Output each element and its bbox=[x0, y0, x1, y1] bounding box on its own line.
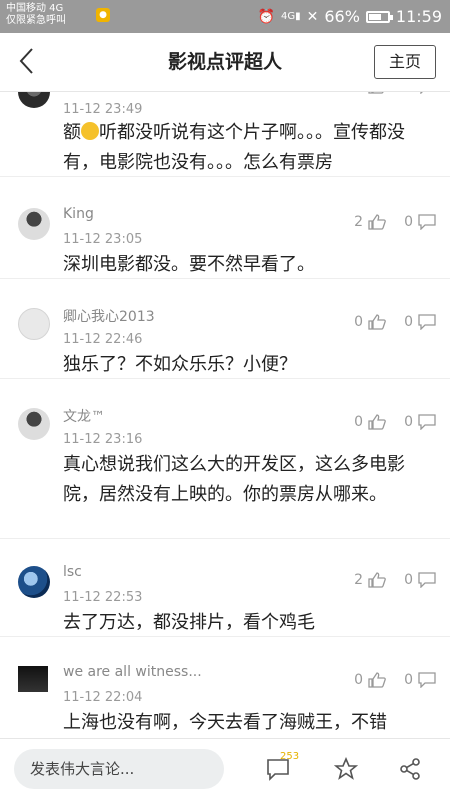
comment-text: 深圳电影都没。要不然早看了。 bbox=[63, 254, 315, 275]
comment-input[interactable]: 发表伟大言论... bbox=[14, 749, 224, 789]
comment-actions: 0 0 bbox=[354, 92, 436, 94]
share-button[interactable] bbox=[398, 757, 422, 785]
comment-text: 去了万达，都没排片，看个鸡毛 bbox=[63, 612, 315, 633]
home-button[interactable]: 主页 bbox=[374, 45, 436, 79]
carrier-name: 中国移动 4G bbox=[6, 3, 64, 14]
comment-username[interactable]: we are all witness... bbox=[63, 664, 202, 680]
comment-item: we are all witness... 11-12 22:04 0 0 上海… bbox=[0, 650, 450, 732]
thumbs-up-icon bbox=[368, 214, 386, 230]
reply-button[interactable]: 0 bbox=[404, 672, 436, 688]
comment-bubble-icon bbox=[418, 314, 436, 330]
network-type: 4G bbox=[280, 11, 296, 22]
thumbs-up-icon bbox=[368, 672, 386, 688]
star-icon bbox=[333, 756, 359, 780]
like-button[interactable]: 0 bbox=[354, 314, 386, 330]
avatar[interactable] bbox=[18, 92, 50, 108]
comment-item: 卿心我心2013 11-12 22:46 0 0 独乐了？不如众乐乐？小便？ bbox=[0, 292, 450, 379]
avatar[interactable] bbox=[18, 666, 48, 692]
alarm-icon: ⏰ bbox=[257, 8, 275, 25]
reply-count: 0 bbox=[404, 314, 413, 330]
notification-icon: ● bbox=[96, 8, 110, 22]
avatar[interactable] bbox=[18, 408, 50, 440]
comment-item: 文龙™ 11-12 23:16 0 0 真心想说我们这么大的开发区，这么多电影院… bbox=[0, 392, 450, 539]
like-count: 2 bbox=[354, 572, 364, 588]
comment-time: 11-12 22:04 bbox=[63, 690, 143, 705]
comment-actions: 2 0 bbox=[354, 214, 436, 230]
status-right: ⏰ 4G▮ ✕ 66% 11:59 bbox=[258, 0, 442, 33]
comment-bubble-icon bbox=[418, 572, 436, 588]
battery-icon bbox=[365, 10, 393, 23]
thumbs-up-icon bbox=[368, 572, 386, 588]
reply-button[interactable]: 0 bbox=[404, 314, 436, 330]
battery-percent: 66% bbox=[324, 7, 360, 26]
like-button[interactable]: 2 bbox=[354, 572, 386, 588]
comment-text: 独乐了？不如众乐乐？小便？ bbox=[63, 354, 297, 375]
comment-bubble-icon bbox=[418, 92, 436, 94]
comments-button[interactable]: 253 bbox=[266, 751, 299, 785]
comment-count-badge: 253 bbox=[280, 751, 300, 762]
thumbs-up-icon bbox=[368, 414, 386, 430]
avatar[interactable] bbox=[18, 208, 50, 240]
reply-count: 0 bbox=[404, 672, 413, 688]
comment-actions: 2 0 bbox=[354, 572, 436, 588]
bottom-bar: 发表伟大言论... 253 bbox=[0, 738, 450, 801]
comment-username[interactable]: lsc bbox=[63, 564, 82, 580]
comment-username[interactable]: 卿心我心2013 bbox=[63, 306, 155, 326]
comment-actions: 0 0 bbox=[354, 414, 436, 430]
like-button[interactable]: 0 bbox=[354, 92, 386, 94]
comment-bubble-icon bbox=[418, 214, 436, 230]
reply-count: 0 bbox=[404, 414, 413, 430]
avatar[interactable] bbox=[18, 566, 50, 598]
avatar[interactable] bbox=[18, 308, 50, 340]
comment-time: 11-12 23:16 bbox=[63, 432, 143, 447]
like-count: 0 bbox=[354, 314, 364, 330]
signal-icon: 4G▮ bbox=[280, 11, 301, 22]
app-header: 影视点评超人 主页 bbox=[0, 33, 450, 92]
signal-off-icon: ✕ bbox=[306, 8, 319, 25]
like-button[interactable]: 0 bbox=[354, 672, 386, 688]
reply-count: 0 bbox=[404, 214, 413, 230]
reply-count: 0 bbox=[404, 572, 413, 588]
like-button[interactable]: 0 bbox=[354, 414, 386, 430]
comment-bubble-icon bbox=[418, 414, 436, 430]
clock: 11:59 bbox=[395, 7, 442, 26]
comment-time: 11-12 22:53 bbox=[63, 590, 143, 605]
comment-item: 11-12 23:49 0 0 额听都没听说有这个片子啊。。。宣传都没有，电影院… bbox=[0, 92, 450, 177]
comment-time: 11-12 23:05 bbox=[63, 232, 143, 247]
comment-text-rest: 听都没听说有这个片子啊。。。宣传都没有，电影院也没有。。。怎么有票房 bbox=[63, 122, 405, 173]
comment-actions: 0 0 bbox=[354, 672, 436, 688]
reply-button[interactable]: 0 bbox=[404, 214, 436, 230]
status-bar: 中国移动 4G 仅限紧急呼叫 ● ⏰ 4G▮ ✕ 66% 11:59 bbox=[0, 0, 450, 33]
comment-item: lsc 11-12 22:53 2 0 去了万达，都没排片，看个鸡毛 bbox=[0, 550, 450, 637]
comment-actions: 0 0 bbox=[354, 314, 436, 330]
battery-fill bbox=[368, 13, 381, 20]
comment-list[interactable]: 11-12 23:49 0 0 额听都没听说有这个片子啊。。。宣传都没有，电影院… bbox=[0, 92, 450, 732]
comment-time: 11-12 22:46 bbox=[63, 332, 143, 347]
reply-button[interactable]: 0 bbox=[404, 92, 436, 94]
share-icon bbox=[400, 758, 420, 780]
comment-time: 11-12 23:49 bbox=[63, 102, 143, 117]
emergency-only: 仅限紧急呼叫 bbox=[6, 15, 66, 26]
like-count: 2 bbox=[354, 214, 364, 230]
reply-count: 0 bbox=[404, 92, 413, 94]
reply-button[interactable]: 0 bbox=[404, 414, 436, 430]
comment-username[interactable]: King bbox=[63, 206, 94, 222]
thumbs-up-icon bbox=[368, 92, 386, 94]
like-count: 0 bbox=[354, 414, 364, 430]
comment-text: 真心想说我们这么大的开发区，这么多电影院，居然没有上映的。你的票房从哪来。 bbox=[63, 454, 405, 505]
comment-text: 上海也没有啊，今天去看了海贼王，不错 bbox=[63, 712, 387, 732]
smiley-emoji-icon bbox=[81, 122, 99, 140]
like-count: 0 bbox=[354, 672, 364, 688]
comment-bubble-icon bbox=[418, 672, 436, 688]
favorite-button[interactable] bbox=[333, 756, 359, 785]
comment-text: 额听都没听说有这个片子啊。。。宣传都没有，电影院也没有。。。怎么有票房 bbox=[63, 118, 420, 178]
carrier-info: 中国移动 4G 仅限紧急呼叫 bbox=[6, 3, 66, 27]
comment-text-prefix: 额 bbox=[63, 122, 81, 143]
like-button[interactable]: 2 bbox=[354, 214, 386, 230]
thumbs-up-icon bbox=[368, 314, 386, 330]
reply-button[interactable]: 0 bbox=[404, 572, 436, 588]
like-count: 0 bbox=[354, 92, 363, 94]
comment-item: King 11-12 23:05 2 0 深圳电影都没。要不然早看了。 bbox=[0, 192, 450, 279]
comment-username[interactable]: 文龙™ bbox=[63, 406, 105, 426]
